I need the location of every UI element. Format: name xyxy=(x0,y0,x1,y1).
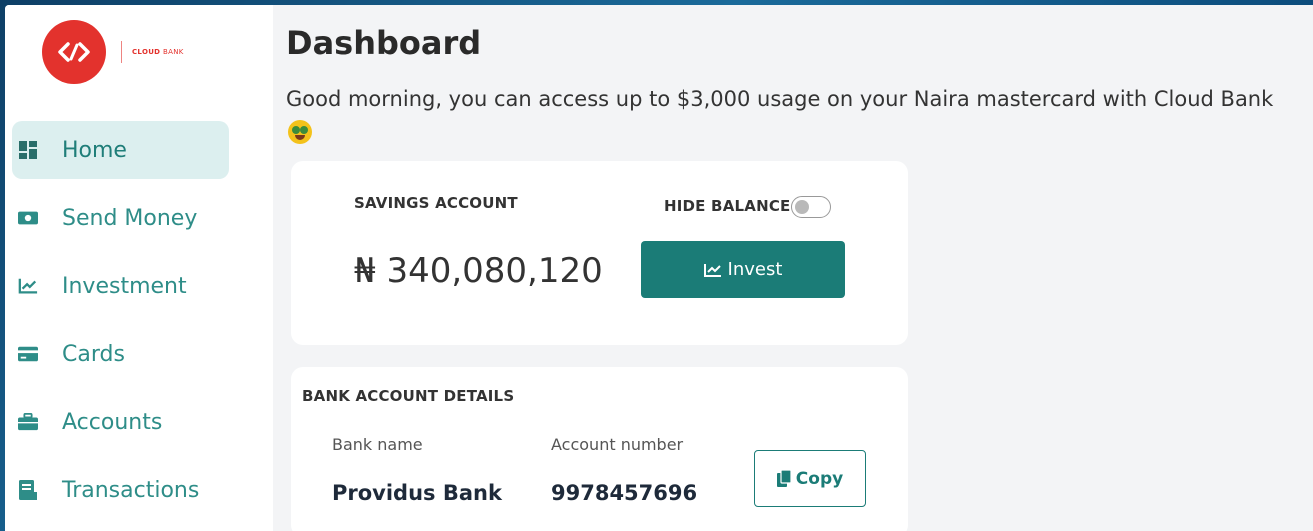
account-number-label: Account number xyxy=(551,435,684,454)
greeting-text: Good morning, you can access up to $3,00… xyxy=(286,87,1274,111)
sidebar-item-cards[interactable]: Cards xyxy=(12,325,229,383)
bank-name-label: Bank name xyxy=(332,435,423,454)
invest-button-label: Invest xyxy=(727,259,783,280)
sidebar-item-label: Investment xyxy=(62,273,187,299)
chart-line-icon xyxy=(703,263,721,277)
account-number-value: 9978457696 xyxy=(551,481,698,505)
sidebar-item-accounts[interactable]: Accounts xyxy=(12,393,229,451)
brand-logo[interactable]: CLOUD BANK xyxy=(42,20,184,84)
sidebar-item-label: Transactions xyxy=(62,477,200,503)
sidebar: CLOUD BANK Home Send Money Investment Ca… xyxy=(5,5,273,531)
copy-button[interactable]: Copy xyxy=(754,450,866,507)
brand-name-light: BANK xyxy=(163,48,184,56)
savings-account-label: SAVINGS ACCOUNT xyxy=(354,194,518,212)
logo-divider xyxy=(121,41,122,63)
brand-name: CLOUD BANK xyxy=(132,48,184,56)
brand-name-bold: CLOUD xyxy=(132,48,161,56)
bank-details-title: BANK ACCOUNT DETAILS xyxy=(302,387,515,405)
sidebar-item-send-money[interactable]: Send Money xyxy=(12,189,229,247)
dashboard-icon xyxy=(18,140,38,160)
sidebar-item-transactions[interactable]: Transactions xyxy=(12,461,229,519)
briefcase-icon xyxy=(18,412,38,432)
copy-button-label: Copy xyxy=(795,468,844,489)
bank-details-card: BANK ACCOUNT DETAILS Bank name Account n… xyxy=(291,367,908,531)
sidebar-item-label: Send Money xyxy=(62,205,198,231)
receipt-icon xyxy=(18,480,38,500)
sidebar-item-label: Accounts xyxy=(62,409,163,435)
sidebar-item-home[interactable]: Home xyxy=(12,121,229,179)
copy-icon xyxy=(776,470,791,487)
cloud-bank-logo-icon xyxy=(42,20,106,84)
hide-balance-label: HIDE BALANCE xyxy=(664,197,791,215)
page-title: Dashboard xyxy=(286,24,482,62)
chart-line-icon xyxy=(18,276,38,296)
app-window: CLOUD BANK Home Send Money Investment Ca… xyxy=(5,5,1313,531)
hide-balance-toggle[interactable] xyxy=(791,196,831,218)
money-icon xyxy=(18,208,38,228)
toggle-knob xyxy=(795,200,809,214)
account-balance: ₦ 340,080,120 xyxy=(354,251,603,291)
money-mouth-face-icon xyxy=(288,120,312,144)
main-content: Dashboard Good morning, you can access u… xyxy=(286,5,1313,531)
sidebar-item-investment[interactable]: Investment xyxy=(12,257,229,315)
sidebar-item-label: Cards xyxy=(62,341,125,367)
bank-name-value: Providus Bank xyxy=(332,481,502,505)
savings-card: SAVINGS ACCOUNT HIDE BALANCE ₦ 340,080,1… xyxy=(291,161,908,345)
sidebar-item-label: Home xyxy=(62,137,127,163)
invest-button[interactable]: Invest xyxy=(641,241,845,298)
credit-card-icon xyxy=(18,344,38,364)
sidebar-nav: Home Send Money Investment Cards Account… xyxy=(12,121,229,529)
